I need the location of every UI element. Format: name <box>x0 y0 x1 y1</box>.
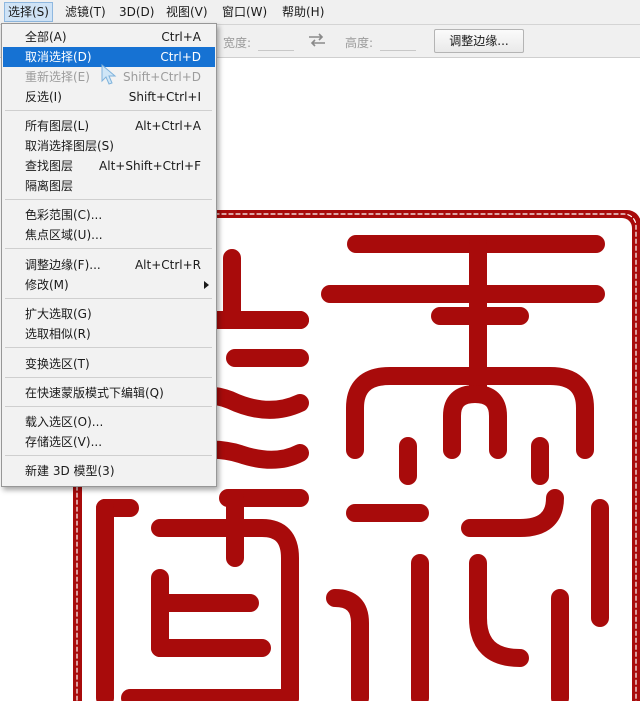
menu-item-grow[interactable]: 扩大选取(G) <box>3 304 215 324</box>
menu-item-transform-selection[interactable]: 变换选区(T) <box>3 354 215 374</box>
menu-item-label: 新建 3D 模型(3) <box>25 464 115 478</box>
menu-item-shortcut: Ctrl+A <box>161 30 201 44</box>
menu-item-label: 取消选择图层(S) <box>25 139 114 153</box>
menu-item-color-range[interactable]: 色彩范围(C)... <box>3 205 215 225</box>
menu-item-similar[interactable]: 选取相似(R) <box>3 324 215 344</box>
menu-item-all[interactable]: 全部(A) Ctrl+A <box>3 27 215 47</box>
menu-item-label: 查找图层 <box>25 159 74 173</box>
menu-window[interactable]: 窗口(W) <box>219 3 270 21</box>
menu-item-label: 扩大选取(G) <box>25 307 92 321</box>
menu-item-label: 调整边缘(F)... <box>25 258 101 272</box>
menu-separator <box>5 199 212 200</box>
menu-item-focus-area[interactable]: 焦点区域(U)... <box>3 225 215 245</box>
menu-item-label: 在快速蒙版模式下编辑(Q) <box>25 386 164 400</box>
menu-item-label: 存储选区(V)... <box>25 435 103 449</box>
menu-item-modify[interactable]: 修改(M) <box>3 275 215 295</box>
menu-item-shortcut: Shift+Ctrl+D <box>123 70 201 84</box>
menu-item-shortcut: Shift+Ctrl+I <box>128 90 201 104</box>
width-field[interactable] <box>258 34 294 51</box>
menu-item-label: 选取相似(R) <box>25 327 91 341</box>
menu-item-new-3d-model[interactable]: 新建 3D 模型(3) <box>3 461 215 481</box>
height-label: 高度: <box>345 36 374 50</box>
menu-separator <box>5 406 212 407</box>
swap-arrows-icon[interactable] <box>306 31 328 49</box>
menu-item-deselect-layers[interactable]: 取消选择图层(S) <box>3 136 215 156</box>
menu-separator <box>5 298 212 299</box>
width-label: 宽度: <box>223 36 252 50</box>
menu-separator <box>5 248 212 249</box>
menu-item-label: 反选(I) <box>25 90 62 104</box>
mouse-pointer-icon <box>101 64 117 85</box>
menu-filter[interactable]: 滤镜(T) <box>62 3 109 21</box>
menu-select[interactable]: 选择(S) <box>4 2 53 22</box>
menu-3d[interactable]: 3D(D) <box>116 3 157 21</box>
menu-item-refine-edge[interactable]: 调整边缘(F)... Alt+Ctrl+R <box>3 255 215 275</box>
menu-item-shortcut: Alt+Ctrl+R <box>134 258 201 272</box>
menu-item-save-selection[interactable]: 存储选区(V)... <box>3 432 215 452</box>
menu-item-isolate-layers[interactable]: 隔离图层 <box>3 176 215 196</box>
menu-item-shortcut: Alt+Ctrl+A <box>135 119 201 133</box>
menu-separator <box>5 110 212 111</box>
menu-item-all-layers[interactable]: 所有图层(L) Alt+Ctrl+A <box>3 116 215 136</box>
menu-item-find-layers[interactable]: 查找图层 Alt+Shift+Ctrl+F <box>3 156 215 176</box>
menu-item-inverse[interactable]: 反选(I) Shift+Ctrl+I <box>3 87 215 107</box>
menu-item-label: 重新选择(E) <box>25 70 90 84</box>
menu-help[interactable]: 帮助(H) <box>279 3 327 21</box>
menu-item-label: 隔离图层 <box>25 179 74 193</box>
menu-item-label: 色彩范围(C)... <box>25 208 103 222</box>
menu-item-label: 修改(M) <box>25 278 69 292</box>
select-dropdown-menu: 全部(A) Ctrl+A 取消选择(D) Ctrl+D 重新选择(E) Shif… <box>1 23 217 487</box>
menu-item-label: 载入选区(O)... <box>25 415 104 429</box>
menu-item-label: 焦点区域(U)... <box>25 228 103 242</box>
refine-edge-button[interactable]: 调整边缘... <box>434 29 524 53</box>
menu-item-quick-mask[interactable]: 在快速蒙版模式下编辑(Q) <box>3 383 215 403</box>
menu-separator <box>5 347 212 348</box>
menu-item-label: 所有图层(L) <box>25 119 90 133</box>
menu-item-load-selection[interactable]: 载入选区(O)... <box>3 412 215 432</box>
menu-bar: 选择(S) 滤镜(T) 3D(D) 视图(V) 窗口(W) 帮助(H) <box>0 0 640 25</box>
menu-item-shortcut: Alt+Shift+Ctrl+F <box>99 159 201 173</box>
menu-view[interactable]: 视图(V) <box>163 3 211 21</box>
menu-item-label: 变换选区(T) <box>25 357 90 371</box>
menu-separator <box>5 377 212 378</box>
height-field[interactable] <box>380 34 416 51</box>
menu-separator <box>5 455 212 456</box>
menu-item-shortcut: Ctrl+D <box>160 50 201 64</box>
menu-item-label: 取消选择(D) <box>25 50 92 64</box>
submenu-arrow-icon <box>204 281 209 289</box>
menu-item-label: 全部(A) <box>25 30 67 44</box>
